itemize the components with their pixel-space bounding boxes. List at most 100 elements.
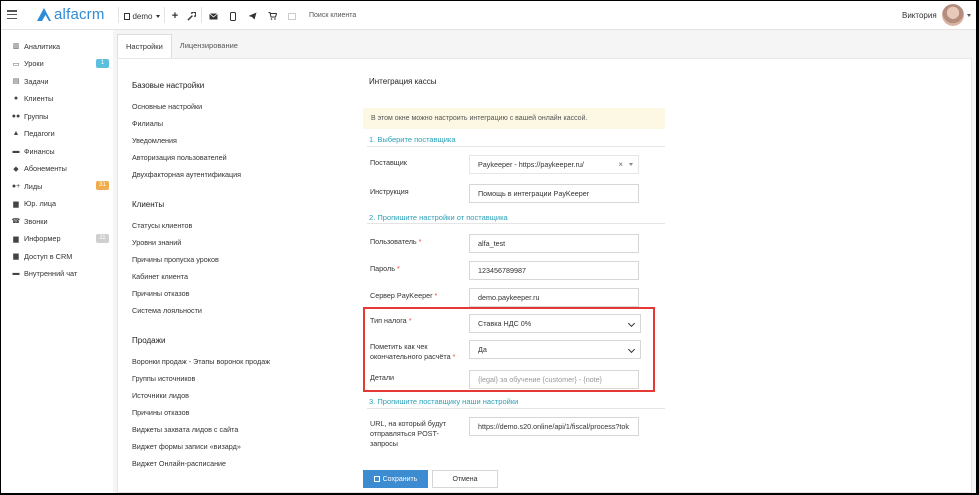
cancel-button[interactable]: Отмена — [432, 470, 498, 488]
tag-icon: ◆ — [13, 165, 19, 173]
calendar-icon: ▭ — [12, 60, 20, 68]
envelope-icon[interactable] — [207, 10, 219, 22]
sidebar-item-label: Лиды — [24, 181, 43, 191]
sidebar-item[interactable]: ▬ Финансы — [12, 145, 109, 157]
tab-bar: Настройки Лицензирование — [117, 34, 246, 58]
sidebar-item[interactable]: ▤ Задачи — [12, 75, 109, 87]
sidebar-item[interactable]: ▆ Информер 11 — [12, 233, 109, 245]
top-bar: alfacrm demo + Поиск клиента Виктория — [1, 1, 976, 30]
divider — [367, 146, 665, 147]
sidebar-item[interactable]: ▆ Юр. лица — [12, 198, 109, 210]
settings-link[interactable]: Система лояльности — [132, 306, 202, 315]
sidebar-item[interactable]: ▬ Внутренний чат — [12, 268, 109, 280]
settings-link[interactable]: Группы источников — [132, 374, 195, 383]
bar-chart-icon: ▥ — [12, 43, 20, 50]
divider — [367, 408, 665, 409]
cart-icon[interactable] — [266, 10, 278, 22]
sidebar: ▥ Аналитика ▭ Уроки 1 ▤ Задачи ● Клиенты ●● Группы… — [1, 30, 113, 493]
settings-section-title: Продажи — [132, 336, 166, 345]
add-icon[interactable]: + — [169, 10, 181, 22]
settings-link[interactable]: Основные настройки — [132, 102, 202, 111]
password-label: Пароль * — [370, 264, 400, 273]
url-input[interactable]: https://demo.s20.online/api/1/fiscal/pro… — [469, 417, 639, 436]
user-label: Пользователь * — [370, 237, 422, 246]
sidebar-item-label: Внутренний чат — [24, 269, 78, 278]
provider-label: Поставщик — [370, 158, 407, 167]
calendar-icon[interactable] — [286, 10, 298, 22]
count-badge: 11 — [96, 233, 109, 243]
sidebar-item-label: Уроки — [24, 59, 44, 68]
menu-icon[interactable] — [7, 10, 17, 20]
settings-link[interactable]: Авторизация пользователей — [132, 153, 227, 162]
avatar[interactable] — [942, 4, 964, 26]
divider — [118, 7, 119, 23]
url-label: URL, на который будут отправляться POST-… — [370, 419, 447, 448]
settings-link[interactable]: Филиалы — [132, 119, 163, 128]
branch-label: demo — [132, 11, 153, 21]
sidebar-item-label: Клиенты — [24, 94, 54, 103]
sidebar-item[interactable]: ● Клиенты — [12, 93, 109, 105]
sidebar-item-label: Педагоги — [24, 129, 55, 138]
settings-link[interactable]: Виджеты захвата лидов с сайта — [132, 425, 238, 434]
divider — [201, 7, 202, 23]
user-input[interactable]: alfa_test — [469, 234, 639, 253]
user-icon: ● — [13, 95, 19, 102]
settings-link[interactable]: Статусы клиентов — [132, 221, 192, 230]
sidebar-item[interactable]: ▲ Педагоги — [12, 128, 109, 140]
lock-icon: ▆ — [13, 253, 19, 260]
settings-link[interactable]: Уведомления — [132, 136, 177, 145]
sidebar-item[interactable]: ▭ Уроки 1 — [12, 58, 109, 70]
logo[interactable]: alfacrm — [36, 6, 105, 23]
sidebar-item[interactable]: ▥ Аналитика — [12, 40, 109, 52]
sidebar-item-label: Группы — [24, 111, 49, 121]
building-icon — [124, 12, 131, 20]
step-3-title: 3. Пропишите поставщику наши настройки — [369, 397, 519, 406]
settings-link[interactable]: Кабинет клиента — [132, 272, 188, 281]
sidebar-item[interactable]: ☎ Звонки — [12, 215, 109, 227]
server-label: Сервер PayKeeper * — [370, 291, 438, 300]
settings-link[interactable]: Двухфакторная аутентификация — [132, 170, 241, 179]
provider-select[interactable]: Paykeeper - https://paykeeper.ru/ × — [469, 155, 639, 174]
settings-link[interactable]: Виджет формы записи «визард» — [132, 442, 241, 451]
instruction-link[interactable]: Помощь в интеграции PayKeeper — [469, 184, 639, 203]
telegram-icon[interactable] — [246, 10, 258, 22]
search-input[interactable]: Поиск клиента — [309, 12, 356, 19]
branch-selector[interactable]: demo — [122, 10, 162, 22]
highlight-box — [363, 307, 655, 392]
settings-section-title: Базовые настройки — [132, 81, 205, 90]
tab-licensing[interactable]: Лицензирование — [172, 34, 246, 58]
phone-icon: ☎ — [11, 218, 21, 225]
settings-link[interactable]: Воронки продаж - Этапы воронок продаж — [132, 357, 270, 366]
sidebar-item[interactable]: ●+ Лиды 31 — [12, 180, 109, 192]
user-name[interactable]: Виктория — [902, 11, 937, 20]
divider — [164, 7, 165, 23]
money-icon: ▬ — [12, 147, 20, 155]
clear-icon[interactable]: × — [618, 156, 623, 173]
sidebar-item-label: Аналитика — [24, 41, 61, 51]
server-input[interactable]: demo.paykeeper.ru — [469, 288, 639, 307]
settings-link[interactable]: Причины отказов — [132, 289, 189, 298]
sidebar-item[interactable]: ▆ Доступ в CRM — [12, 250, 109, 262]
settings-link[interactable]: Уровни знаний — [132, 238, 181, 247]
graduation-cap-icon: ▲ — [12, 130, 20, 137]
settings-link[interactable]: Источники лидов — [132, 391, 189, 400]
inbox-icon: ▆ — [13, 235, 19, 243]
settings-link[interactable]: Причины пропуска уроков — [132, 255, 219, 264]
mobile-icon[interactable] — [227, 10, 239, 22]
sidebar-item-label: Юр. лица — [24, 199, 57, 208]
settings-link[interactable]: Причины отказов — [132, 408, 189, 417]
caret-down-icon[interactable] — [967, 14, 971, 17]
sidebar-item-label: Задачи — [24, 76, 49, 86]
count-badge: 31 — [96, 181, 109, 190]
settings-link[interactable]: Виджет Онлайн-расписание — [132, 459, 226, 468]
wrench-icon[interactable] — [185, 10, 197, 22]
briefcase-icon: ▆ — [13, 200, 19, 208]
save-button[interactable]: Сохранить — [363, 470, 428, 488]
sidebar-item[interactable]: ◆ Абонементы — [12, 163, 109, 175]
sidebar-item[interactable]: ●● Группы — [12, 110, 109, 122]
logo-icon — [37, 7, 51, 21]
tab-settings[interactable]: Настройки — [117, 34, 172, 58]
password-input[interactable]: 123456789987 — [469, 261, 639, 280]
sidebar-item-label: Доступ в CRM — [24, 251, 73, 261]
users-icon: ●● — [11, 112, 21, 120]
